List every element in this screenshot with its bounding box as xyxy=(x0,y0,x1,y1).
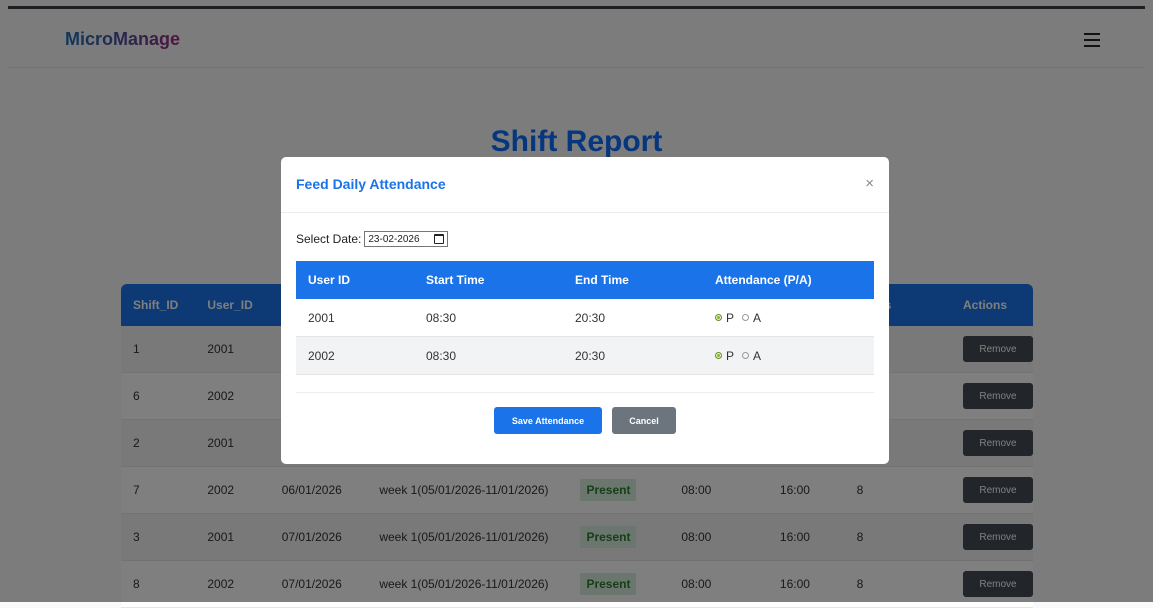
absent-label: A xyxy=(753,310,762,325)
absent-radio[interactable] xyxy=(742,352,750,359)
attendance-header-row: User ID Start Time End Time Attendance (… xyxy=(296,261,874,299)
attendance-row: 2001 08:30 20:30 P A xyxy=(296,299,874,337)
col-attendance: Attendance (P/A) xyxy=(715,273,812,287)
date-label: Select Date: xyxy=(296,232,362,246)
attendance-radio-group: P A xyxy=(715,311,874,325)
col-start-time: Start Time xyxy=(426,273,485,287)
cell-user-id: 2001 xyxy=(296,299,414,337)
cell-start-time: 08:30 xyxy=(414,299,563,337)
modal-header: Feed Daily Attendance × xyxy=(281,157,889,213)
attendance-radio-group: P A xyxy=(715,349,874,363)
modal-divider xyxy=(296,392,874,393)
date-row: Select Date: 23-02-2026 xyxy=(296,231,449,247)
absent-radio[interactable] xyxy=(742,314,750,321)
cell-end-time: 20:30 xyxy=(563,336,703,375)
cell-user-id: 2002 xyxy=(296,336,414,375)
col-end-time: End Time xyxy=(575,273,629,287)
absent-label: A xyxy=(753,348,762,363)
cell-start-time: 08:30 xyxy=(414,336,563,375)
cell-attendance: P A xyxy=(703,299,874,337)
save-attendance-button[interactable]: Save Attendance xyxy=(494,407,602,434)
col-user-id: User ID xyxy=(308,273,351,287)
present-radio[interactable] xyxy=(715,352,722,359)
close-icon[interactable]: × xyxy=(865,175,874,192)
present-radio[interactable] xyxy=(715,314,722,321)
cancel-button[interactable]: Cancel xyxy=(612,407,676,434)
attendance-row: 2002 08:30 20:30 P A xyxy=(296,336,874,375)
attendance-modal: Feed Daily Attendance × Select Date: 23-… xyxy=(281,157,889,464)
present-label: P xyxy=(726,348,735,363)
cell-end-time: 20:30 xyxy=(563,299,703,337)
modal-title: Feed Daily Attendance xyxy=(296,176,446,192)
date-input[interactable]: 23-02-2026 xyxy=(364,231,449,247)
date-value: 23-02-2026 xyxy=(368,233,420,245)
cell-attendance: P A xyxy=(703,336,874,375)
present-label: P xyxy=(726,310,735,325)
calendar-icon[interactable] xyxy=(434,234,445,244)
attendance-table: User ID Start Time End Time Attendance (… xyxy=(296,261,874,375)
